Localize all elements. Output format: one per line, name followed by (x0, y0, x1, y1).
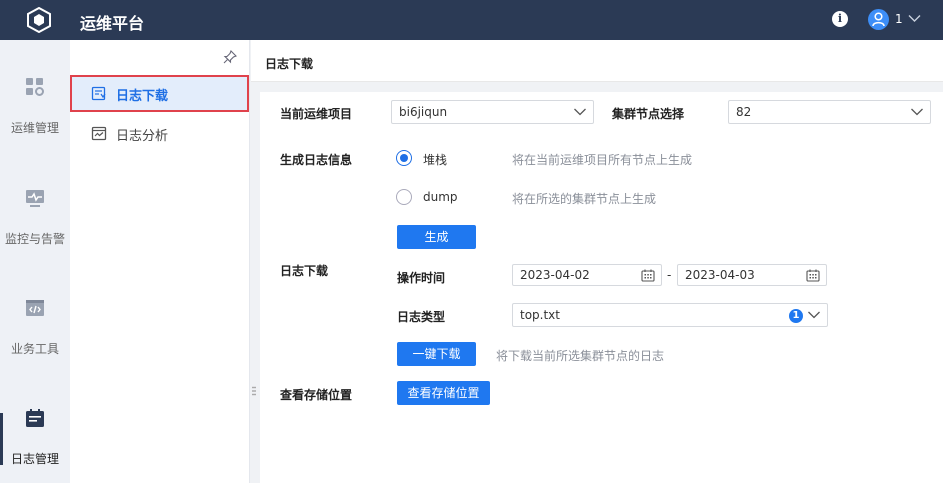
nav-rail: 运维管理 监控与告警 业务工具 日志管理 (0, 40, 70, 483)
chevron-down-icon (911, 108, 923, 116)
selected-count-badge: 1 (789, 309, 803, 323)
start-date-value: 2023-04-02 (520, 268, 590, 282)
menu-item-log-download[interactable]: 日志下载 (70, 75, 249, 112)
chevron-down-icon (808, 311, 820, 319)
menu-item-log-analysis[interactable]: 日志分析 (70, 115, 249, 152)
radio-dump[interactable] (396, 189, 412, 205)
user-count: 1 (895, 12, 903, 26)
rail-item-log-management[interactable]: 日志管理 (0, 408, 70, 483)
top-bar: 运维平台 i 1 (0, 0, 943, 40)
rail-item-label: 运维管理 (10, 121, 59, 135)
log-type-value: top.txt (520, 308, 560, 322)
radio-dump-hint: 将在所选的集群节点上生成 (512, 192, 657, 206)
rail-item-label: 监控与告警 (4, 232, 65, 246)
radio-stack-hint: 将在当前运维项目所有节点上生成 (512, 153, 693, 167)
generate-button[interactable]: 生成 (397, 225, 476, 249)
project-select-value: bi6jiqun (399, 105, 448, 119)
generate-info-label: 生成日志信息 (280, 153, 353, 167)
log-type-select[interactable]: top.txt 1 (512, 303, 828, 327)
log-download-panel: 当前运维项目 bi6jiqun 集群节点选择 82 生成日志信息 堆栈 将在当前… (260, 92, 943, 483)
chevron-down-icon[interactable] (908, 14, 921, 23)
log-download-label: 日志下载 (280, 264, 329, 278)
secondary-menu: 日志下载 日志分析 (70, 40, 250, 483)
monitor-icon (26, 190, 44, 207)
log-download-icon (91, 86, 106, 101)
project-label: 当前运维项目 (280, 107, 353, 121)
download-hint: 将下载当前所选集群节点的日志 (496, 349, 665, 363)
app-title: 运维平台 (80, 14, 145, 33)
radio-stack[interactable] (396, 150, 412, 166)
one-click-download-button[interactable]: 一键下载 (397, 342, 476, 366)
content-header: 日志下载 (251, 40, 943, 82)
start-date-input[interactable]: 2023-04-02 (512, 264, 662, 286)
page-title: 日志下载 (265, 57, 314, 71)
pin-icon[interactable] (223, 50, 237, 64)
log-type-label: 日志类型 (397, 310, 446, 324)
node-select[interactable]: 82 (728, 100, 931, 124)
rail-active-indicator (0, 413, 3, 465)
rail-item-business-tools[interactable]: 业务工具 (0, 298, 70, 378)
rail-item-label: 日志管理 (10, 452, 59, 466)
rail-item-label: 业务工具 (10, 342, 59, 356)
end-date-input[interactable]: 2023-04-03 (677, 264, 827, 286)
date-separator: - (667, 268, 672, 282)
user-avatar-icon[interactable] (868, 9, 889, 30)
menu-item-label: 日志分析 (116, 129, 169, 144)
operation-time-label: 操作时间 (397, 271, 446, 285)
chevron-down-icon (574, 108, 586, 116)
node-label: 集群节点选择 (612, 107, 685, 121)
calendar-icon[interactable] (806, 269, 820, 282)
code-window-icon (26, 300, 44, 316)
log-analysis-icon (91, 126, 107, 141)
log-calendar-icon (26, 409, 44, 427)
rail-item-monitoring[interactable]: 监控与告警 (0, 188, 70, 268)
rail-item-ops-management[interactable]: 运维管理 (0, 77, 70, 157)
menu-item-label: 日志下载 (116, 89, 169, 104)
storage-location-label: 查看存储位置 (280, 388, 353, 402)
platform-logo-icon (27, 7, 51, 33)
dashboard-icon (26, 78, 44, 96)
resize-handle-icon[interactable] (252, 386, 256, 398)
view-storage-button[interactable]: 查看存储位置 (397, 381, 490, 405)
radio-stack-label[interactable]: 堆栈 (423, 151, 447, 168)
radio-dump-label[interactable]: dump (423, 190, 458, 204)
node-select-value: 82 (736, 105, 752, 119)
project-select[interactable]: bi6jiqun (391, 100, 594, 124)
info-icon[interactable]: i (832, 11, 848, 27)
end-date-value: 2023-04-03 (685, 268, 755, 282)
calendar-icon[interactable] (641, 269, 655, 282)
